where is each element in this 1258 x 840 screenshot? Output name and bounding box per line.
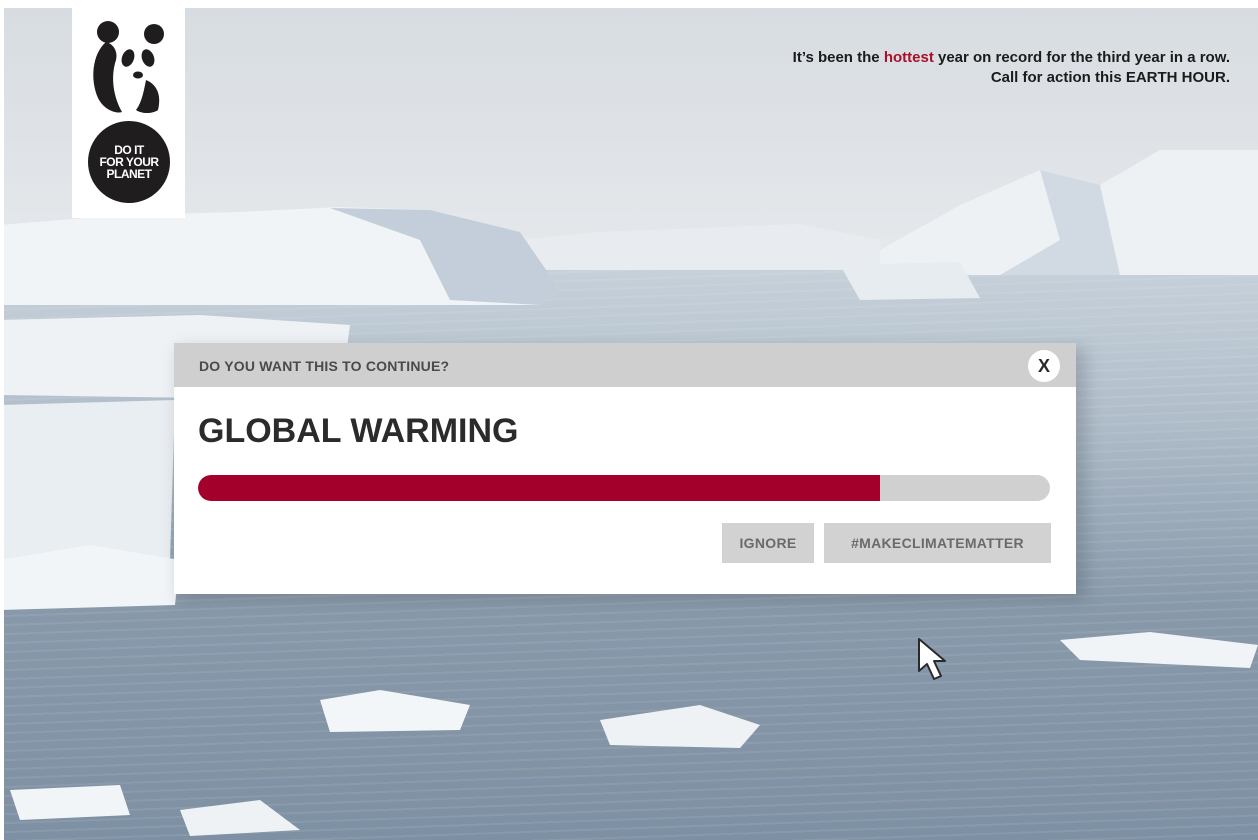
mouse-pointer-icon xyxy=(918,638,946,680)
headline: It’s been the hottest year on record for… xyxy=(630,48,1230,88)
ignore-button[interactable]: IGNORE xyxy=(722,523,814,563)
progress-bar xyxy=(198,475,1050,501)
dialog-header: DO YOU WANT THIS TO CONTINUE? X xyxy=(174,343,1076,387)
dialog-title: GLOBAL WARMING xyxy=(198,412,519,450)
top-border xyxy=(0,0,1258,8)
headline-line-1: It’s been the hottest year on record for… xyxy=(630,48,1230,68)
headline-suffix: year on record for the third year in a r… xyxy=(933,49,1230,66)
headline-prefix: It’s been the xyxy=(792,49,884,66)
progress-fill xyxy=(198,475,880,501)
panda-icon xyxy=(93,21,164,113)
close-button[interactable]: X xyxy=(1028,350,1060,382)
dialog-question: DO YOU WANT THIS TO CONTINUE? xyxy=(199,358,450,374)
wwf-logo-panel: DO IT FOR YOUR PLANET xyxy=(72,8,185,218)
left-border xyxy=(0,0,4,840)
headline-highlight: hottest xyxy=(883,49,934,66)
do-it-for-your-planet-badge: DO IT FOR YOUR PLANET xyxy=(88,121,170,203)
make-climate-matter-button[interactable]: #MAKECLIMATEMATTER xyxy=(824,523,1051,563)
badge-line-3: PLANET xyxy=(106,167,153,181)
close-icon: X xyxy=(1037,356,1050,376)
global-warming-dialog: DO YOU WANT THIS TO CONTINUE? X GLOBAL W… xyxy=(174,343,1076,594)
headline-line-2: Call for action this EARTH HOUR. xyxy=(990,69,1230,86)
